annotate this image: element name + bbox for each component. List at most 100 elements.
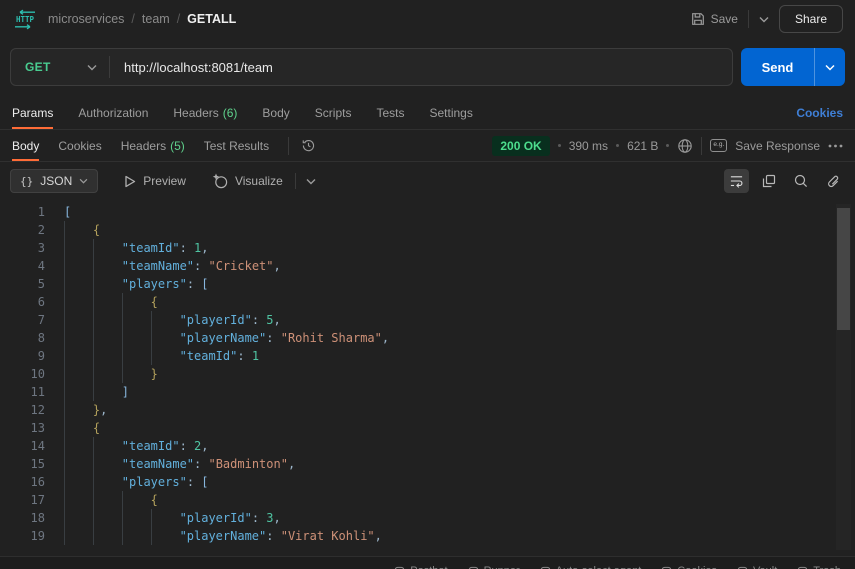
footer-item-icon [395,566,405,569]
preview-button[interactable]: Preview [124,174,186,188]
search-icon[interactable] [788,169,813,193]
indent-guide [64,221,93,239]
scrollbar-thumb[interactable] [837,208,850,330]
request-header-bar: HTTP microservices / team / GETALL Save [0,0,855,38]
indent-guide [121,491,151,509]
tab-count-badge: (6) [222,105,238,120]
response-more-options-icon[interactable] [828,144,843,148]
indent-guide [150,527,180,545]
save-response-button[interactable]: Save Response [735,139,820,153]
indent-guide [64,509,93,527]
response-tab-headers[interactable]: Headers (5) [121,130,185,161]
code-line-8: 8 "playerName": "Rohit Sharma", [0,329,855,347]
code-line-19: 19 "playerName": "Virat Kohli", [0,527,855,545]
save-button[interactable]: Save [691,12,738,26]
indent-guide [92,509,122,527]
copy-icon[interactable] [756,169,781,193]
method-chevron-down-icon[interactable] [87,64,97,71]
request-tab-authorization[interactable]: Authorization [78,96,148,129]
line-number: 12 [30,403,45,417]
request-tab-settings[interactable]: Settings [429,96,472,129]
send-options-chevron-down-icon[interactable] [815,48,845,86]
tab-label: Params [12,105,54,120]
send-button-group: Send [741,48,845,86]
indent-guide [121,509,151,527]
footer-vault[interactable]: Vault [737,565,777,569]
indent-guide [92,455,122,473]
format-chevron-down-icon [79,178,88,184]
indent-guide [150,311,180,329]
viewer-more-chevron-down-icon[interactable] [306,178,316,185]
indent-guide [150,347,180,365]
save-label: Save [710,12,738,26]
request-tab-scripts[interactable]: Scripts [315,96,352,129]
wrap-text-icon[interactable] [724,169,749,193]
code-line-10: 10} [0,365,855,383]
breadcrumb-separator: / [131,12,135,26]
response-tab-body[interactable]: Body [12,130,40,161]
response-body-editor[interactable]: 1[2{3 "teamId": 1, 4 "teamName": "Cricket",… [0,200,855,554]
svg-text:HTTP: HTTP [16,15,35,24]
indent-guide [121,347,151,365]
save-options-chevron-down-icon[interactable] [759,16,769,23]
tab-label: Headers [120,138,167,153]
footer-runner[interactable]: Runner [468,565,520,569]
code-line-9: 9 "teamId": 1 [0,347,855,365]
indent-guide [64,329,93,347]
format-label: JSON [40,174,73,188]
footer-auto-select-agent[interactable]: Auto-select agent [540,565,641,569]
send-button[interactable]: Send [741,48,814,86]
response-tabs-list: Body Cookies Headers (5) Test Results [12,130,288,161]
breadcrumb-folder[interactable]: team [142,12,170,26]
request-tab-body[interactable]: Body [262,96,289,129]
link-icon[interactable] [820,169,845,193]
indent-guide [92,329,122,347]
response-time[interactable]: 390 ms [569,139,608,153]
request-tab-tests[interactable]: Tests [376,96,404,129]
network-globe-icon[interactable] [677,138,693,154]
response-bar: Body Cookies Headers (5) Test Results 200 OK… [0,130,855,162]
line-content: "playerId": 5, [45,311,281,329]
cookies-link[interactable]: Cookies [796,106,843,120]
footer-item-icon [798,566,808,569]
line-number: 2 [37,223,45,237]
indent-guide [121,293,151,311]
footer-cookies[interactable]: Cookies [661,565,717,569]
footer-item-icon [468,566,478,569]
line-content: "players": [ [45,473,209,491]
breadcrumb-collection[interactable]: microservices [48,12,124,26]
indent-guide [121,311,151,329]
indent-guide [64,437,93,455]
indent-guide [64,455,93,473]
share-button[interactable]: Share [778,5,843,33]
line-number: 8 [37,331,45,345]
response-tab-test-results[interactable]: Test Results [204,130,269,161]
footer-item-label: Postbot [410,565,447,569]
url-input[interactable]: http://localhost:8081/team [110,60,273,75]
line-content: "playerId": 3, [45,509,281,527]
line-content: { [45,419,100,437]
code-line-15: 15 "teamName": "Badminton", [0,455,855,473]
footer-trash[interactable]: Trash [797,565,841,569]
line-content: { [45,293,158,311]
code-line-17: 17{ [0,491,855,509]
indent-guide [64,347,93,365]
indent-guide [121,365,151,383]
response-tab-cookies[interactable]: Cookies [58,130,101,161]
url-box: GET http://localhost:8081/team [10,48,733,86]
visualize-button[interactable]: Visualize [212,173,283,189]
code-line-13: 13{ [0,419,855,437]
tab-label: Settings [429,105,473,120]
breadcrumb-request-name[interactable]: GETALL [187,12,236,26]
code-line-3: 3 "teamId": 1, [0,239,855,257]
response-history-icon[interactable] [301,138,316,153]
request-tab-params[interactable]: Params [12,96,54,129]
scrollbar-track[interactable] [836,204,851,550]
request-tab-headers[interactable]: Headers (6) [173,96,237,129]
response-size[interactable]: 621 B [627,139,658,153]
status-badge[interactable]: 200 OK [492,135,550,156]
footer-postbot[interactable]: Postbot [394,565,448,569]
method-selector[interactable]: GET [11,60,87,74]
format-selector[interactable]: {} JSON [10,169,99,193]
tab-label: Authorization [78,105,149,120]
